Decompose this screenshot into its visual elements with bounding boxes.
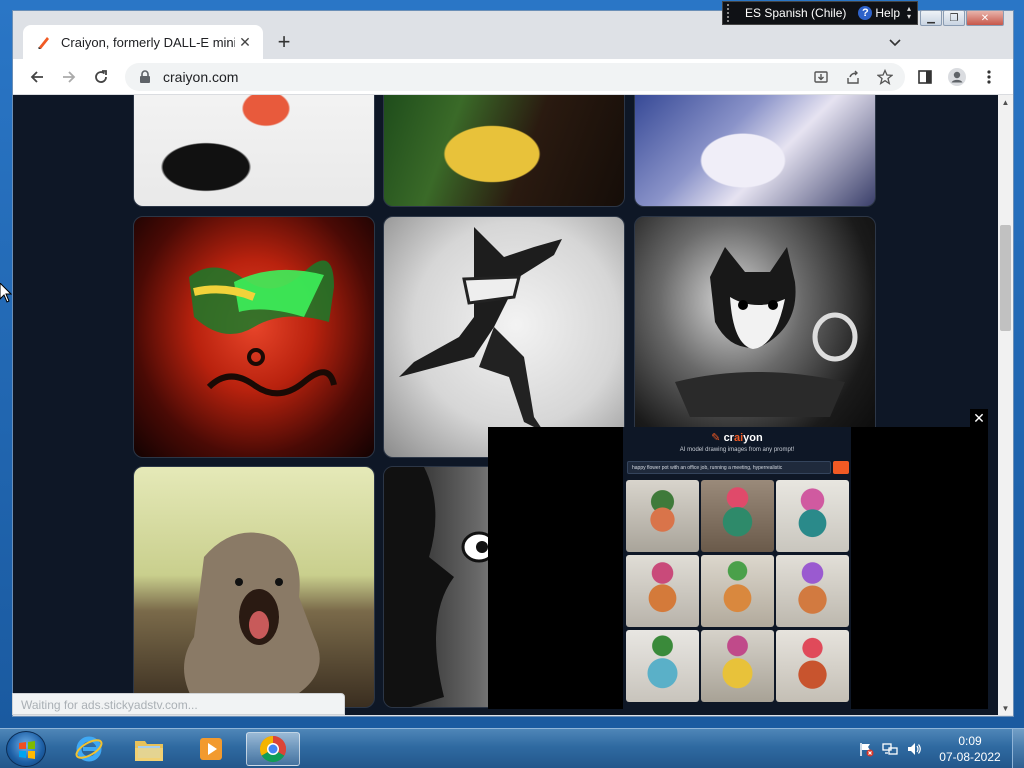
- clock[interactable]: 0:09 07-08-2022: [930, 733, 1010, 765]
- mouse-cursor-icon: [0, 283, 12, 303]
- distorted-text-art: [189, 260, 337, 397]
- language-bar-options-icon[interactable]: ▴ ▾: [907, 5, 917, 21]
- taskbar: 0:09 07-08-2022: [0, 728, 1024, 768]
- address-bar[interactable]: craiyon.com: [125, 63, 905, 91]
- pot-image-1: [626, 480, 699, 552]
- close-window-button[interactable]: ✕: [966, 10, 1004, 26]
- pot-image-9: [776, 630, 849, 702]
- back-arrow-icon[interactable]: [23, 63, 51, 91]
- minimize-button[interactable]: ▁: [920, 10, 942, 26]
- volume-icon[interactable]: [906, 741, 922, 757]
- forward-arrow-icon[interactable]: [55, 63, 83, 91]
- generated-image-dancer[interactable]: [383, 216, 625, 458]
- start-button[interactable]: [6, 731, 46, 767]
- ad-close-icon[interactable]: ✕: [970, 409, 988, 427]
- pot-image-4: [626, 555, 699, 627]
- clock-date: 07-08-2022: [939, 750, 1001, 764]
- folder-icon: [135, 741, 163, 761]
- pot-image-5: [701, 555, 774, 627]
- generated-image-dog[interactable]: [133, 466, 375, 708]
- new-tab-button[interactable]: +: [271, 29, 297, 55]
- menu-kebab-icon[interactable]: [975, 63, 1003, 91]
- page-scrollbar[interactable]: ▲ ▼: [998, 95, 1013, 715]
- ad-prompt-input: happy flower pot with an office job, run…: [627, 461, 831, 474]
- input-language[interactable]: ES Spanish (Chile): [739, 6, 852, 20]
- clock-time: 0:09: [958, 734, 982, 748]
- url-text: craiyon.com: [163, 69, 239, 85]
- pot-image-3: [776, 480, 849, 552]
- ad-logo-pencil-icon: ✎: [711, 432, 721, 444]
- generated-image-yellow-figure[interactable]: [383, 95, 625, 207]
- media-player-icon: [200, 738, 222, 760]
- maximize-button[interactable]: ❐: [943, 10, 965, 26]
- tab-search-chevron-icon[interactable]: [883, 31, 907, 55]
- bookmark-star-icon[interactable]: [871, 63, 899, 91]
- pot-image-6: [776, 555, 849, 627]
- reload-icon[interactable]: [87, 63, 115, 91]
- ad-subtitle: AI model drawing images from any prompt!: [679, 447, 795, 453]
- lock-icon: [139, 70, 153, 84]
- show-desktop-button[interactable]: [1012, 729, 1024, 768]
- scroll-down-arrow-icon[interactable]: ▼: [998, 701, 1013, 715]
- pot-image-7: [626, 630, 699, 702]
- language-bar[interactable]: ES Spanish (Chile) ? Help ▴ ▾: [722, 1, 918, 25]
- help-question-icon: ?: [858, 6, 873, 20]
- help-label: Help: [875, 6, 901, 20]
- pot-image-2: [701, 480, 774, 552]
- generated-image-red-text[interactable]: [133, 216, 375, 458]
- taskbar-internet-explorer[interactable]: [62, 732, 116, 766]
- video-ad-overlay[interactable]: ✎ craiyon AI model drawing images from a…: [488, 427, 988, 709]
- help-button[interactable]: ? Help: [858, 6, 900, 20]
- taskbar-file-explorer[interactable]: [122, 732, 176, 766]
- generated-image-blue-sketch[interactable]: [634, 95, 876, 207]
- cat-silhouette: [675, 247, 858, 417]
- tab-craiyon[interactable]: Craiyon, formerly DALL-E mini ✕: [23, 25, 263, 59]
- tab-close-icon[interactable]: ✕: [235, 32, 255, 52]
- language-bar-grip[interactable]: [727, 4, 735, 22]
- dog-silhouette: [184, 532, 320, 702]
- scrollbar-thumb[interactable]: [1000, 225, 1011, 331]
- system-tray: 0:09 07-08-2022: [852, 729, 1024, 768]
- ad-draw-button: [833, 461, 849, 474]
- status-bubble: Waiting for ads.stickyadstv.com...: [12, 693, 345, 715]
- action-center-flag-icon[interactable]: [858, 741, 874, 757]
- profile-avatar-icon[interactable]: [943, 63, 971, 91]
- ad-logo: ✎ craiyon: [711, 432, 763, 444]
- install-app-icon[interactable]: [807, 63, 835, 91]
- pot-image-8: [701, 630, 774, 702]
- browser-toolbar: craiyon.com: [13, 59, 1013, 95]
- generated-image-cat[interactable]: [634, 216, 876, 458]
- side-panel-icon[interactable]: [911, 63, 939, 91]
- taskbar-chrome[interactable]: [246, 732, 300, 766]
- ad-craiyon-preview: ✎ craiyon AI model drawing images from a…: [623, 427, 851, 709]
- windows-logo-icon: [19, 741, 35, 759]
- tab-title: Craiyon, formerly DALL-E mini: [61, 34, 235, 50]
- taskbar-media-player[interactable]: [184, 732, 238, 766]
- generated-image-cartoon[interactable]: [133, 95, 375, 207]
- share-icon[interactable]: [839, 63, 867, 91]
- network-icon[interactable]: [882, 741, 898, 757]
- internet-explorer-icon: [75, 736, 103, 762]
- dancer-silhouette: [399, 227, 562, 432]
- craiyon-favicon-icon: [35, 33, 53, 51]
- scroll-up-arrow-icon[interactable]: ▲: [998, 95, 1013, 109]
- chrome-icon: [259, 735, 287, 763]
